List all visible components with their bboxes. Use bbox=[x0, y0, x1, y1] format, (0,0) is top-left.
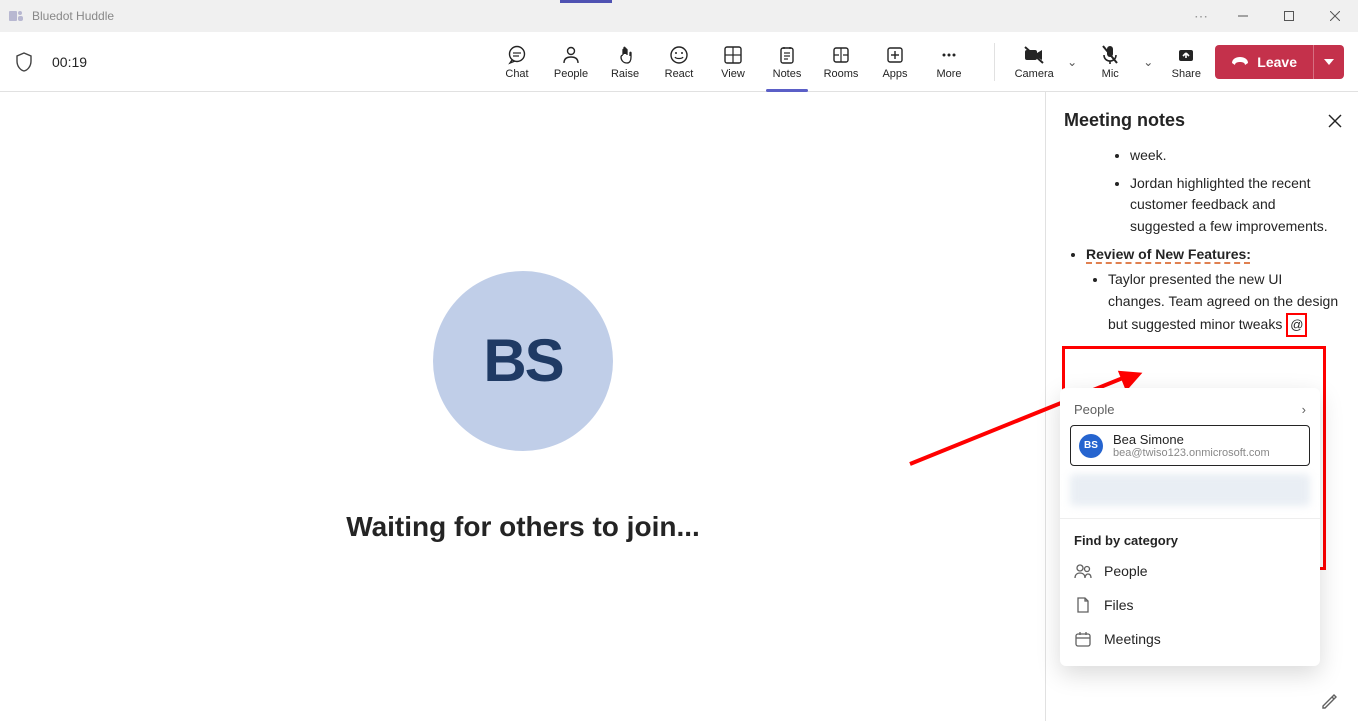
meetings-category-icon bbox=[1074, 630, 1092, 648]
notes-content[interactable]: week. Jordan highlighted the recent cust… bbox=[1064, 145, 1342, 337]
window-controls bbox=[1220, 0, 1358, 32]
chat-button[interactable]: Chat bbox=[490, 36, 544, 88]
people-icon bbox=[560, 44, 582, 66]
mic-off-icon bbox=[1099, 44, 1121, 66]
edit-pen-icon[interactable] bbox=[1320, 693, 1338, 711]
find-by-category-label: Find by category bbox=[1060, 518, 1320, 554]
close-button[interactable] bbox=[1312, 0, 1358, 32]
maximize-button[interactable] bbox=[1266, 0, 1312, 32]
window-title: Bluedot Huddle bbox=[32, 9, 114, 23]
share-icon bbox=[1175, 44, 1197, 66]
more-icon bbox=[938, 44, 960, 66]
category-people[interactable]: People bbox=[1060, 554, 1320, 588]
category-meetings[interactable]: Meetings bbox=[1060, 622, 1320, 656]
note-heading: Review of New Features: Taylor presented… bbox=[1086, 244, 1342, 337]
more-button[interactable]: More bbox=[922, 36, 976, 88]
leave-dropdown[interactable] bbox=[1313, 45, 1344, 79]
mention-person-item-blurred[interactable] bbox=[1070, 474, 1310, 506]
meeting-toolbar: 00:19 Chat People Raise React View Notes bbox=[0, 32, 1358, 92]
person-avatar: BS bbox=[1079, 434, 1103, 458]
person-email: bea@twiso123.onmicrosoft.com bbox=[1113, 447, 1270, 459]
meeting-stage: BS Waiting for others to join... bbox=[0, 92, 1046, 721]
mention-popup: People › BS Bea Simone bea@twiso123.onmi… bbox=[1060, 388, 1320, 666]
react-icon bbox=[668, 44, 690, 66]
hangup-icon bbox=[1231, 55, 1249, 69]
titlebar-more-icon[interactable]: ⋯ bbox=[1194, 8, 1208, 25]
view-button[interactable]: View bbox=[706, 36, 760, 88]
titlebar: Bluedot Huddle ⋯ bbox=[0, 0, 1358, 32]
close-panel-button[interactable] bbox=[1328, 114, 1342, 128]
participant-avatar: BS bbox=[433, 271, 613, 451]
avatar-initials: BS bbox=[483, 326, 562, 395]
note-line: Taylor presented the new UI changes. Tea… bbox=[1108, 269, 1342, 337]
notes-button[interactable]: Notes bbox=[760, 36, 814, 88]
camera-chevron-icon[interactable]: ⌄ bbox=[1063, 55, 1081, 69]
teams-app-icon bbox=[8, 8, 24, 24]
raise-button[interactable]: Raise bbox=[598, 36, 652, 88]
mention-person-item[interactable]: BS Bea Simone bea@twiso123.onmicrosoft.c… bbox=[1070, 425, 1310, 466]
camera-button[interactable]: Camera bbox=[1011, 44, 1057, 80]
leave-button[interactable]: Leave bbox=[1215, 45, 1344, 79]
person-name: Bea Simone bbox=[1113, 432, 1270, 447]
people-category-icon bbox=[1074, 562, 1092, 580]
view-icon bbox=[722, 44, 744, 66]
at-mention-trigger[interactable]: @ bbox=[1286, 313, 1307, 337]
rooms-button[interactable]: Rooms bbox=[814, 36, 868, 88]
meeting-timer: 00:19 bbox=[52, 54, 87, 70]
mic-button[interactable]: Mic bbox=[1087, 44, 1133, 80]
category-files[interactable]: Files bbox=[1060, 588, 1320, 622]
share-button[interactable]: Share bbox=[1163, 44, 1209, 80]
note-line: Jordan highlighted the recent customer f… bbox=[1130, 173, 1342, 238]
minimize-button[interactable] bbox=[1220, 0, 1266, 32]
rooms-icon bbox=[830, 44, 852, 66]
shield-icon[interactable] bbox=[14, 52, 34, 72]
files-category-icon bbox=[1074, 596, 1092, 614]
mic-chevron-icon[interactable]: ⌄ bbox=[1139, 55, 1157, 69]
react-button[interactable]: React bbox=[652, 36, 706, 88]
title-accent bbox=[560, 0, 612, 3]
chat-icon bbox=[506, 44, 528, 66]
camera-off-icon bbox=[1023, 44, 1045, 66]
panel-title: Meeting notes bbox=[1064, 110, 1185, 131]
mention-section-header[interactable]: People › bbox=[1060, 398, 1320, 425]
chevron-right-icon: › bbox=[1302, 402, 1306, 417]
notes-icon bbox=[776, 44, 798, 66]
raise-hand-icon bbox=[614, 44, 636, 66]
people-button[interactable]: People bbox=[544, 36, 598, 88]
waiting-message: Waiting for others to join... bbox=[346, 511, 700, 543]
toolbar-divider bbox=[994, 43, 995, 81]
apps-icon bbox=[884, 44, 906, 66]
toolbar-actions: Chat People Raise React View Notes Rooms bbox=[490, 36, 976, 88]
note-line: week. bbox=[1130, 145, 1342, 167]
apps-button[interactable]: Apps bbox=[868, 36, 922, 88]
